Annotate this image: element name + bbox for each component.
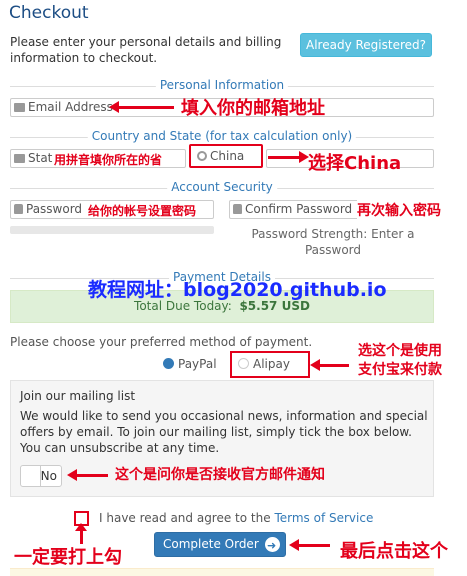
globe-icon bbox=[197, 151, 207, 161]
complete-order-label: Complete Order bbox=[163, 537, 259, 551]
password-placeholder: Password bbox=[26, 202, 83, 216]
annotation-alipay: 选这个是使用 支付宝来付款 bbox=[358, 342, 442, 380]
map-marker-icon bbox=[14, 154, 25, 163]
envelope-icon bbox=[14, 103, 25, 112]
terms-link[interactable]: Terms of Service bbox=[274, 511, 373, 525]
mailing-list-title: Join our mailing list bbox=[20, 389, 136, 403]
annotation-arrow-complete bbox=[289, 539, 330, 551]
annotation-arrow-email bbox=[109, 101, 174, 113]
lock-icon bbox=[14, 204, 23, 214]
terms-text: I have read and agree to the Terms of Se… bbox=[99, 511, 373, 525]
paypal-label: PayPal bbox=[178, 357, 217, 371]
radio-unchecked-icon[interactable] bbox=[238, 358, 249, 369]
annotation-password: 给你的帐号设置密码 bbox=[88, 204, 197, 218]
password-strength-text: Password Strength: Enter a Password bbox=[251, 227, 415, 257]
annotation-email: 填入你的邮箱地址 bbox=[181, 98, 325, 119]
mailing-list-body: We would like to send you occasional new… bbox=[20, 409, 428, 455]
password-strength-bar bbox=[10, 226, 214, 234]
terms-prefix: I have read and agree to the bbox=[99, 511, 271, 525]
tutorial-url-overlay: 教程网址：blog2020.github.io bbox=[88, 279, 387, 301]
payment-option-paypal[interactable]: PayPal bbox=[163, 357, 217, 371]
annotation-alipay-line2: 支付宝来付款 bbox=[358, 362, 442, 378]
country-select[interactable]: China bbox=[189, 144, 263, 168]
radio-checked-icon[interactable] bbox=[163, 358, 174, 369]
payment-method-prompt: Please choose your preferred method of p… bbox=[10, 335, 313, 349]
country-section: Country and State (for tax calculation o… bbox=[10, 129, 434, 143]
annotation-arrow-alipay bbox=[310, 359, 349, 371]
section-label-personal: Personal Information bbox=[155, 78, 289, 92]
section-label-country: Country and State (for tax calculation o… bbox=[87, 129, 357, 143]
annotation-check: 一定要打上勾 bbox=[14, 547, 122, 568]
mailing-list-toggle[interactable]: No bbox=[20, 465, 62, 487]
toggle-value: No bbox=[40, 469, 57, 483]
intro-text: Please enter your personal details and b… bbox=[10, 35, 282, 65]
annotation-toggle: 这个是问你是否接收官方邮件通知 bbox=[115, 467, 325, 483]
annotation-alipay-line1: 选这个是使用 bbox=[358, 343, 442, 359]
email-placeholder: Email Address bbox=[28, 100, 113, 114]
lock-icon bbox=[233, 204, 242, 214]
complete-order-button[interactable]: Complete Order bbox=[154, 532, 286, 557]
payment-option-alipay[interactable]: Alipay bbox=[230, 351, 310, 378]
annotation-complete: 最后点击这个 bbox=[340, 541, 448, 562]
toggle-knob bbox=[21, 466, 41, 486]
bottom-alert-strip bbox=[10, 568, 434, 576]
section-label-security: Account Security bbox=[167, 180, 277, 194]
annotation-arrow-country bbox=[268, 151, 309, 163]
state-placeholder: Stat bbox=[28, 151, 53, 165]
arrow-circle-right-icon bbox=[265, 534, 280, 557]
page-title: Checkout bbox=[9, 3, 89, 23]
annotation-confirm: 再次输入密码 bbox=[357, 200, 441, 220]
personal-info-section: Personal Information bbox=[10, 78, 434, 92]
annotation-state: 用拼音填你所在的省 bbox=[54, 153, 163, 167]
confirm-placeholder: Confirm Password bbox=[245, 202, 353, 216]
annotation-arrow-toggle bbox=[67, 469, 108, 481]
annotation-country: 选择China bbox=[308, 153, 402, 174]
alipay-label: Alipay bbox=[253, 357, 290, 371]
annotation-arrow-check-head bbox=[75, 523, 87, 531]
security-section: Account Security bbox=[10, 180, 434, 194]
country-value: China bbox=[210, 149, 245, 163]
already-registered-button[interactable]: Already Registered? bbox=[300, 33, 432, 57]
